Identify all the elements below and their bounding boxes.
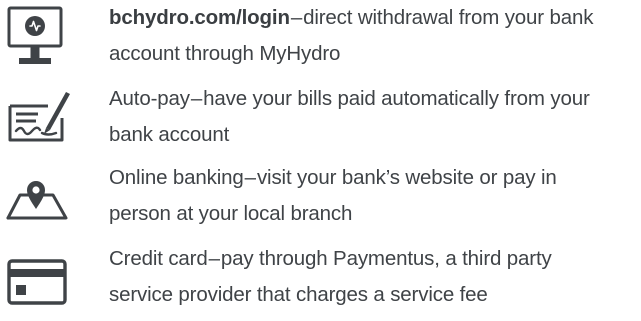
list-item-line-1: Credit card–pay through Paymentus, a thi… [109,241,639,277]
separator-dash: – [290,6,303,29]
item-description: have your bills paid automatically from … [203,87,590,110]
list-item-online-login: bchydro.com/login–direct withdrawal from… [0,4,641,74]
item-description: pay through Paymentus, a third party [220,247,552,270]
separator-dash: – [244,166,256,189]
computer-monitor-icon [4,4,74,74]
separator-dash: – [190,87,203,110]
item-title: Online banking [109,166,244,189]
list-item-line-2: service provider that charges a service … [109,283,488,306]
payment-options-list: bchydro.com/login–direct withdrawal from… [0,0,641,321]
separator-dash: – [208,247,220,270]
item-title: Credit card [109,247,208,270]
item-title: Auto-pay [109,87,190,110]
list-item-line-1: Online banking–visit your bank’s website… [109,160,639,196]
signed-cheque-icon [4,84,74,154]
item-description: direct withdrawal from your bank [303,6,594,29]
list-item-line-2: person at your local branch [109,202,353,225]
list-item-online-banking: Online banking–visit your bank’s website… [0,165,641,235]
credit-card-icon [4,247,74,317]
list-item-auto-pay: Auto-pay–have your bills paid automatica… [0,84,641,154]
list-item-line-2: bank account [109,123,230,146]
map-location-pin-icon [4,165,74,235]
item-description: visit your bank’s website or pay in [256,166,557,189]
login-link-title[interactable]: bchydro.com/login [109,6,290,29]
list-item-line-1: Auto-pay–have your bills paid automatica… [109,81,639,117]
list-item-credit-card: Credit card–pay through Paymentus, a thi… [0,247,641,317]
list-item-line-2: account through MyHydro [109,42,341,65]
list-item-line-1: bchydro.com/login–direct withdrawal from… [109,0,639,36]
